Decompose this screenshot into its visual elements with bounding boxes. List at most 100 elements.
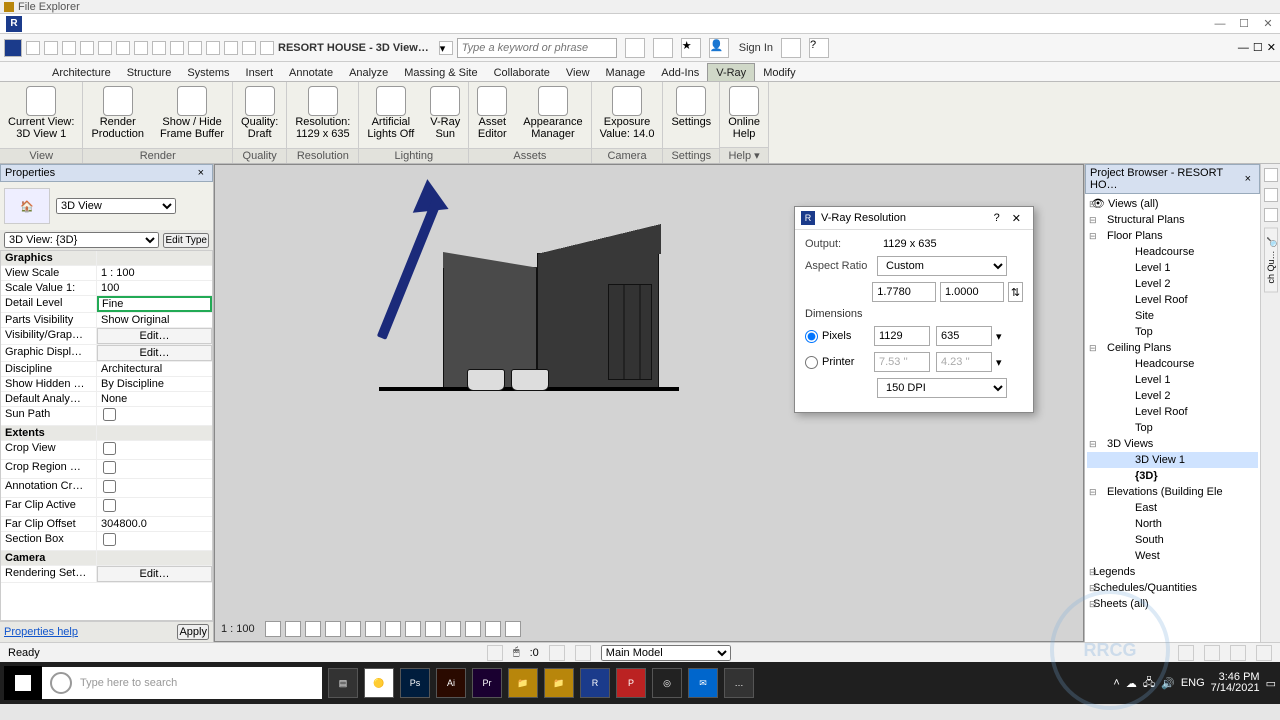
tab-view[interactable]: View (558, 64, 598, 81)
navwheel-icon[interactable] (505, 621, 521, 637)
mail-icon[interactable]: ✉ (688, 668, 718, 698)
qat-3d-icon[interactable] (188, 41, 202, 55)
keyword-search-input[interactable] (457, 38, 617, 58)
prop-row[interactable]: View Scale1 : 100 (1, 266, 212, 281)
tab-insert[interactable]: Insert (238, 64, 282, 81)
qat-tag-icon[interactable] (152, 41, 166, 55)
revit-icon[interactable]: R (580, 668, 610, 698)
tree-node[interactable]: Ceiling Plans (1087, 340, 1258, 356)
help-icon[interactable]: ? (809, 38, 829, 58)
shadows-icon[interactable] (325, 621, 341, 637)
prop-row[interactable]: Crop View (1, 441, 212, 460)
instance-dropdown[interactable]: 3D View: {3D} (4, 232, 159, 248)
side-nav-icon[interactable] (1264, 208, 1278, 222)
status-drag-icon[interactable] (1204, 645, 1220, 661)
tree-node[interactable]: Headcourse (1087, 244, 1258, 260)
ribbon-tool-asseteditor[interactable]: AssetEditor (469, 82, 515, 148)
tree-node[interactable]: Top (1087, 324, 1258, 340)
tab-collaborate[interactable]: Collaborate (486, 64, 558, 81)
ribbon-tool-artificiallights-off[interactable]: ArtificialLights Off (359, 82, 422, 148)
aspect-a-input[interactable] (872, 282, 936, 302)
sunpath-icon[interactable] (305, 621, 321, 637)
ribbon-tool-v-raysun[interactable]: V-RaySun (422, 82, 468, 148)
ribbon-tool-resolution-x-[interactable]: Resolution:1129 x 635 (287, 82, 358, 148)
tray-net-icon[interactable]: 🖧 (1143, 674, 1155, 693)
ribbon-minimize-icon[interactable]: — (1238, 42, 1249, 54)
prop-row[interactable]: Visibility/Grap…Edit… (1, 328, 212, 345)
ribbon-tool-exposurevalue-[interactable]: ExposureValue: 14.0 (592, 82, 663, 148)
doc-dropdown-icon[interactable]: ▾ (439, 41, 453, 55)
taskview-icon[interactable]: ▤ (328, 668, 358, 698)
explorer-icon[interactable]: 📁 (508, 668, 538, 698)
tray-cloud-icon[interactable]: ☁ (1126, 677, 1137, 690)
start-button[interactable] (4, 666, 42, 700)
ribbon-tool-settings[interactable]: Settings (663, 82, 719, 148)
prop-row[interactable]: Scale Value 1:100 (1, 281, 212, 296)
status-ws-icon[interactable] (549, 645, 565, 661)
favorite-icon[interactable]: ★ (681, 38, 701, 58)
tree-node[interactable]: Legends (1087, 564, 1258, 580)
qat-redo-icon[interactable] (80, 41, 94, 55)
temp-hide-icon[interactable] (425, 621, 441, 637)
qat-thin-icon[interactable] (224, 41, 238, 55)
powerpoint-icon[interactable]: P (616, 668, 646, 698)
tree-node[interactable]: North (1087, 516, 1258, 532)
app-icon[interactable]: R (6, 16, 22, 32)
side-cube-icon[interactable] (1264, 188, 1278, 202)
aspect-lock-icon[interactable]: ⇅ (1008, 282, 1023, 302)
tree-node[interactable]: Level 1 (1087, 372, 1258, 388)
qat-switch-icon[interactable] (260, 41, 274, 55)
printer-height-input[interactable] (936, 352, 992, 372)
tab-add-ins[interactable]: Add-Ins (653, 64, 707, 81)
illustrator-icon[interactable]: Ai (436, 668, 466, 698)
ribbon-tool-quality-draft[interactable]: Quality:Draft (233, 82, 286, 148)
qat-save-icon[interactable] (44, 41, 58, 55)
user-icon[interactable]: 👤 (709, 38, 729, 58)
dialog-help-icon[interactable]: ? (988, 212, 1006, 224)
printer-dropdown-icon[interactable]: ▾ (996, 356, 1002, 369)
qat-close-icon[interactable] (242, 41, 256, 55)
minimize-icon[interactable]: — (1208, 16, 1232, 32)
prop-row[interactable]: Section Box (1, 532, 212, 551)
tray-clock[interactable]: 3:46 PM 7/14/2021 (1211, 672, 1260, 694)
app-store-icon[interactable] (653, 38, 673, 58)
dialog-close-icon[interactable]: ✕ (1006, 212, 1027, 225)
tree-node[interactable]: Level 2 (1087, 276, 1258, 292)
more-icon[interactable]: … (724, 668, 754, 698)
prop-row[interactable]: Graphic Displ…Edit… (1, 345, 212, 362)
pixels-width-input[interactable] (874, 326, 930, 346)
printer-width-input[interactable] (874, 352, 930, 372)
dpi-dropdown[interactable]: 150 DPI (877, 378, 1007, 398)
obs-icon[interactable]: ◎ (652, 668, 682, 698)
pixels-dropdown-icon[interactable]: ▾ (996, 330, 1002, 343)
tree-node[interactable]: West (1087, 548, 1258, 564)
tray-action-icon[interactable]: ▭ (1266, 677, 1276, 690)
tree-node[interactable]: Site (1087, 308, 1258, 324)
tree-node[interactable]: Schedules/Quantities (1087, 580, 1258, 596)
revit-logo-icon[interactable] (4, 39, 22, 57)
prop-row[interactable]: Annotation Cr… (1, 479, 212, 498)
prop-row[interactable]: Far Clip Offset304800.0 (1, 517, 212, 532)
tree-node[interactable]: Floor Plans (1087, 228, 1258, 244)
project-browser-close-icon[interactable]: × (1241, 173, 1255, 185)
pixels-height-input[interactable] (936, 326, 992, 346)
photoshop-icon[interactable]: Ps (400, 668, 430, 698)
reveal-icon[interactable] (445, 621, 461, 637)
visualstyle-icon[interactable] (285, 621, 301, 637)
qat-section-icon[interactable] (206, 41, 220, 55)
tab-modify[interactable]: Modify (755, 64, 803, 81)
comm-center-icon[interactable] (625, 38, 645, 58)
premiere-icon[interactable]: Pr (472, 668, 502, 698)
tab-structure[interactable]: Structure (119, 64, 180, 81)
cropregion-icon[interactable] (385, 621, 401, 637)
prop-row[interactable]: Detail LevelFine (1, 296, 212, 313)
exchange-icon[interactable] (781, 38, 801, 58)
properties-close-icon[interactable]: × (194, 167, 208, 179)
tab-manage[interactable]: Manage (598, 64, 654, 81)
qat-print-icon[interactable] (98, 41, 112, 55)
tray-up-icon[interactable]: ˄ (1113, 677, 1119, 689)
status-link-icon[interactable] (1230, 645, 1246, 661)
qat-dim-icon[interactable] (134, 41, 148, 55)
project-tree[interactable]: 👁 Views (all) Structural PlansFloor Plan… (1085, 194, 1260, 642)
tree-node[interactable]: South (1087, 532, 1258, 548)
